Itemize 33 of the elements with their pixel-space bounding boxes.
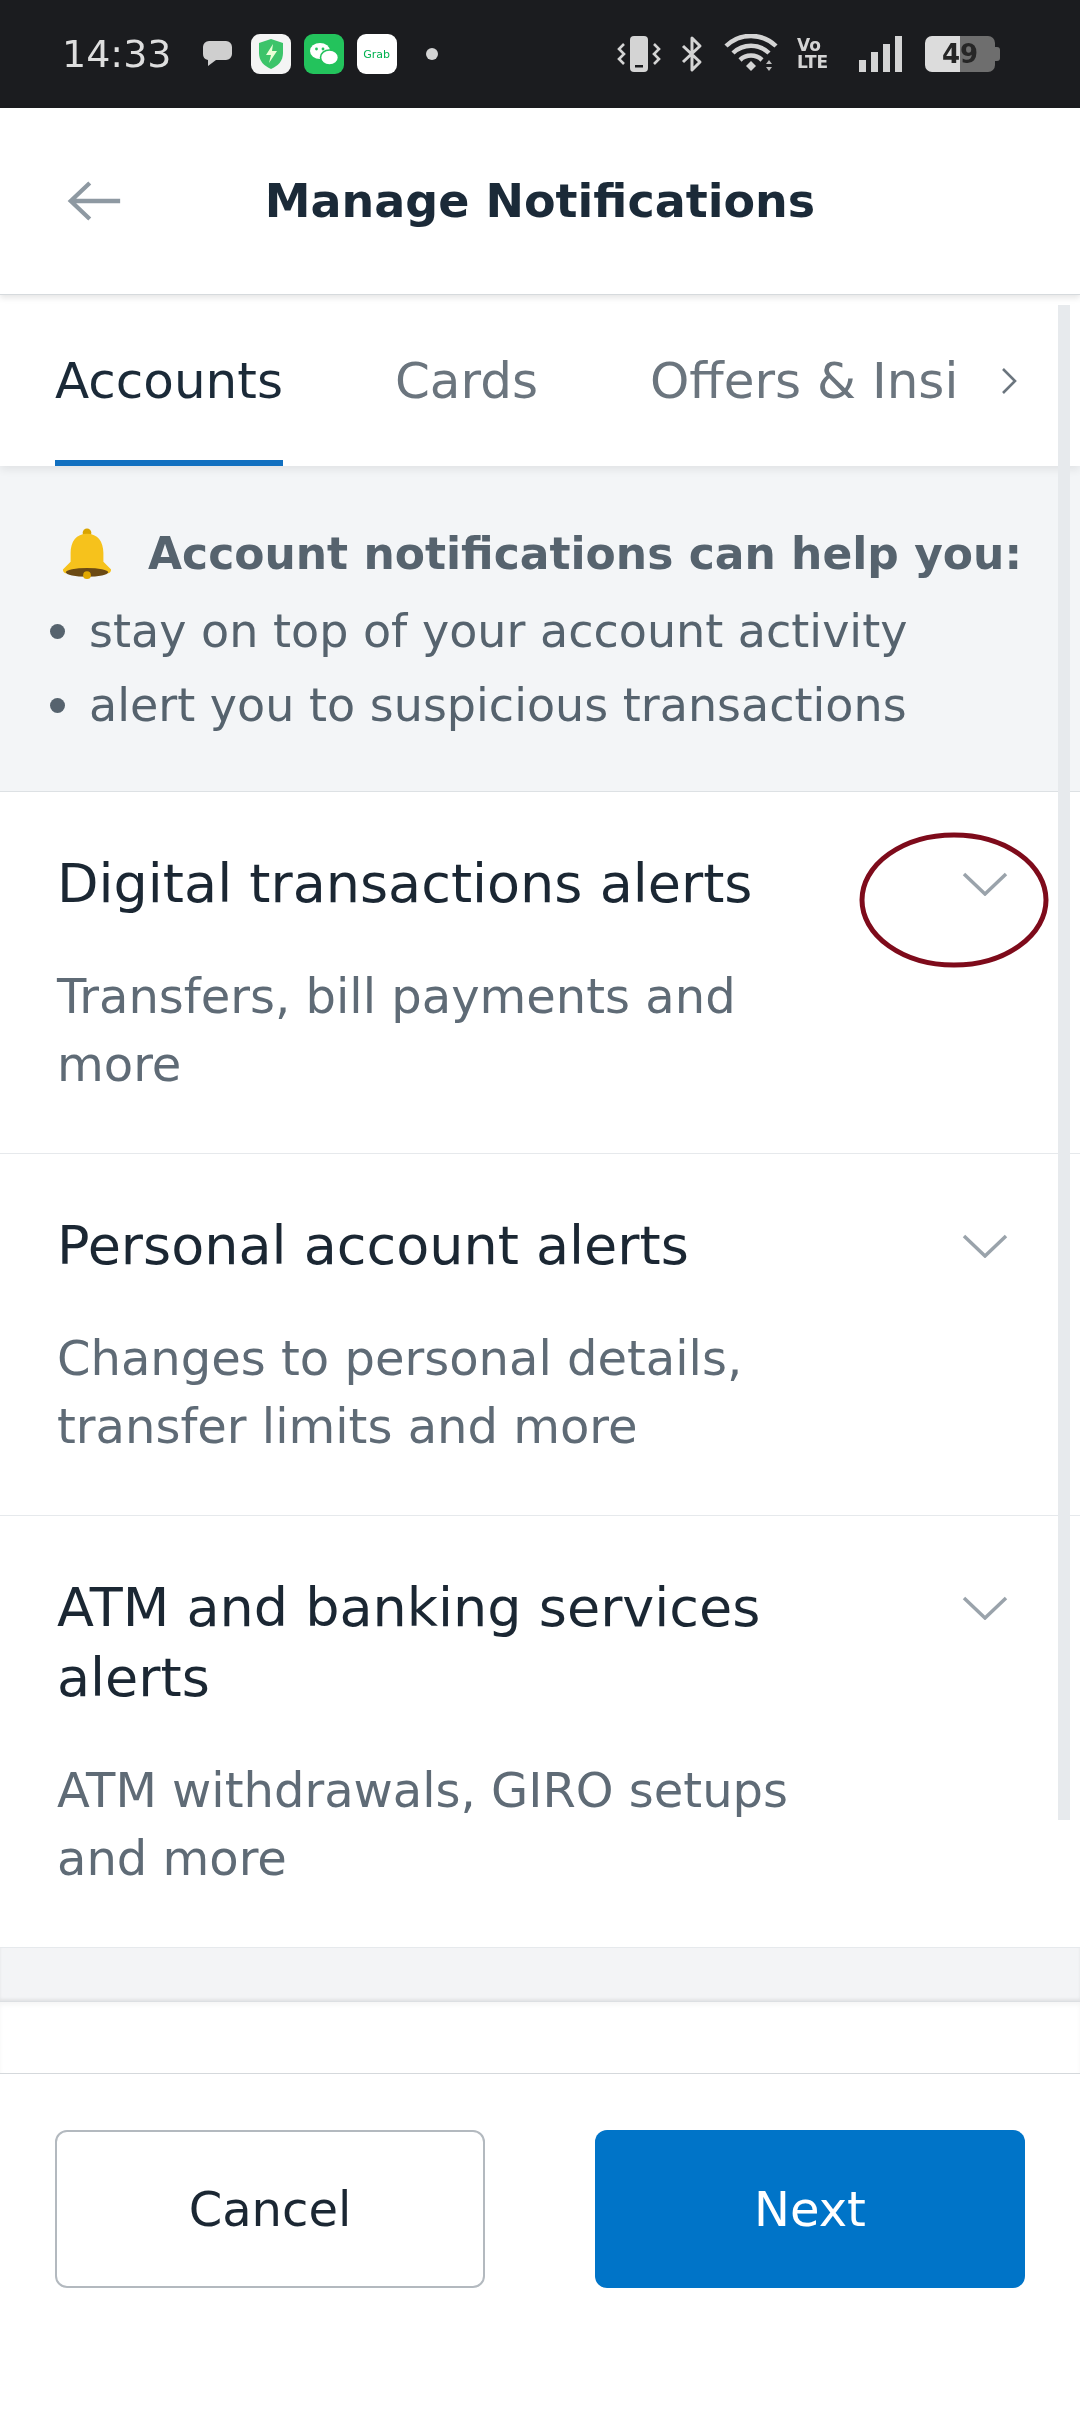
vibrate-icon (615, 34, 663, 74)
bullet-text: alert you to suspicious transactions (89, 677, 907, 734)
alert-title: ATM and banking services alerts (57, 1575, 762, 1711)
shield-app-icon (250, 34, 291, 74)
tab[interactable]: Offers & Insi (649, 295, 959, 466)
network-type-label: Vo LTE (797, 37, 830, 71)
bullet-text: stay on top of your account activity (89, 603, 908, 660)
bullet-icon (50, 623, 65, 639)
signal-icon (857, 34, 903, 74)
dot-icon (425, 48, 438, 60)
back-arrow-icon[interactable] (66, 180, 123, 222)
chat-bubble-icon (201, 40, 234, 68)
bullet-icon (50, 697, 65, 713)
chat-app-icon (303, 34, 344, 74)
status-time: 14:33 (62, 32, 172, 76)
chevron-down-icon[interactable] (962, 1596, 1008, 1620)
chevron-down-icon[interactable] (962, 872, 1008, 896)
alert-title: Digital transactions alerts (57, 851, 754, 917)
alert-description: Changes to personal details, transfer limits and more (57, 1329, 744, 1456)
chevron-right-icon[interactable] (1000, 365, 1018, 396)
tab[interactable]: Cards (394, 295, 538, 466)
alert-description: Transfers, bill payments and more (57, 967, 737, 1094)
scroll-bar[interactable] (1058, 305, 1070, 1820)
wifi-icon (723, 34, 779, 74)
info-heading: Account notifications can help you: (148, 527, 1022, 581)
primary-button[interactable]: Next (595, 2130, 1025, 2288)
page-title: Manage Notifications (264, 173, 816, 230)
chevron-down-icon[interactable] (962, 1234, 1008, 1258)
alert-description: ATM withdrawals, GIRO setups and more (57, 1761, 790, 1888)
alert-title: Personal account alerts (57, 1213, 690, 1279)
battery-indicator: 49 (925, 36, 1000, 72)
app-icon: Grab (356, 34, 397, 74)
secondary-button[interactable]: Cancel (55, 2130, 485, 2288)
